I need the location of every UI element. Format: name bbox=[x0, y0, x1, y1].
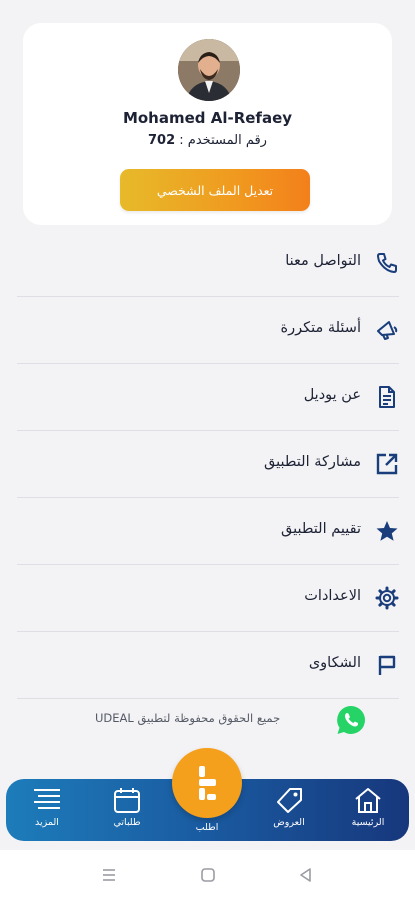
whatsapp-icon[interactable] bbox=[335, 704, 367, 736]
menu-item-contact[interactable]: التواصل معنا bbox=[17, 230, 399, 297]
order-fab-button[interactable] bbox=[172, 748, 242, 818]
udeal-logo-icon bbox=[199, 766, 216, 800]
user-id-label: رقم المستخدم : bbox=[179, 133, 267, 148]
megaphone-icon bbox=[377, 321, 398, 340]
menu-item-label: الشكاوى bbox=[308, 655, 361, 671]
phone-icon bbox=[377, 253, 397, 273]
user-id-value: 702 bbox=[148, 133, 176, 148]
user-name: Mohamed Al-Refaey bbox=[122, 109, 293, 127]
menu-item-label: تقييم التطبيق bbox=[281, 521, 361, 537]
menu-item-faq[interactable]: أسئلة متكررة bbox=[17, 297, 399, 364]
menu-item-label: مشاركة التطبيق bbox=[264, 454, 361, 470]
menu-item-label: أسئلة متكررة bbox=[280, 320, 362, 336]
calendar-icon bbox=[114, 788, 140, 813]
profile-card: Mohamed Al-Refaey رقم المستخدم : 702 تعد… bbox=[23, 23, 392, 225]
nav-label-more: المزيد bbox=[35, 817, 59, 828]
menu-item-about[interactable]: عن يوديل bbox=[17, 364, 399, 431]
system-nav-bar bbox=[0, 850, 415, 900]
flag-icon bbox=[378, 655, 396, 675]
document-icon bbox=[379, 386, 395, 408]
home-button-icon[interactable] bbox=[200, 867, 216, 883]
menu-item-label: التواصل معنا bbox=[285, 253, 361, 269]
settings-menu: التواصل معنا أسئلة متكررة عن يوديل مشارك… bbox=[17, 230, 399, 699]
nav-label-requests: طلباتي bbox=[113, 817, 141, 828]
recent-apps-icon[interactable] bbox=[101, 867, 117, 883]
menu-item-complaints[interactable]: الشكاوى bbox=[17, 632, 399, 699]
menu-item-label: الاعدادات bbox=[304, 588, 361, 604]
home-icon bbox=[355, 788, 381, 813]
footer-note: جميع الحقوق محفوظة لتطبيق UDEAL bbox=[0, 702, 415, 738]
gear-icon bbox=[375, 586, 399, 610]
menu-lines-icon bbox=[34, 789, 60, 809]
edit-profile-button[interactable]: تعديل الملف الشخصي bbox=[120, 169, 310, 211]
nav-home[interactable]: الرئيسية bbox=[340, 787, 396, 828]
tag-icon bbox=[277, 788, 302, 813]
nav-offers[interactable]: العروض bbox=[261, 787, 317, 828]
back-icon[interactable] bbox=[298, 867, 314, 883]
menu-item-label: عن يوديل bbox=[303, 387, 361, 403]
copyright-text: جميع الحقوق محفوظة لتطبيق UDEAL bbox=[95, 711, 281, 725]
nav-more[interactable]: المزيد bbox=[19, 787, 75, 828]
nav-my-requests[interactable]: طلباتي bbox=[99, 787, 155, 828]
menu-item-rate[interactable]: تقييم التطبيق bbox=[17, 498, 399, 565]
user-id: رقم المستخدم : 702 bbox=[23, 133, 392, 148]
menu-item-share[interactable]: مشاركة التطبيق bbox=[17, 431, 399, 498]
nav-label-order: اطلب bbox=[195, 822, 219, 833]
star-icon bbox=[376, 521, 398, 541]
avatar bbox=[178, 39, 240, 101]
nav-label-offers: العروض bbox=[273, 817, 305, 828]
menu-item-settings[interactable]: الاعدادات bbox=[17, 565, 399, 632]
share-icon bbox=[376, 453, 398, 475]
nav-label-home: الرئيسية bbox=[351, 817, 385, 828]
